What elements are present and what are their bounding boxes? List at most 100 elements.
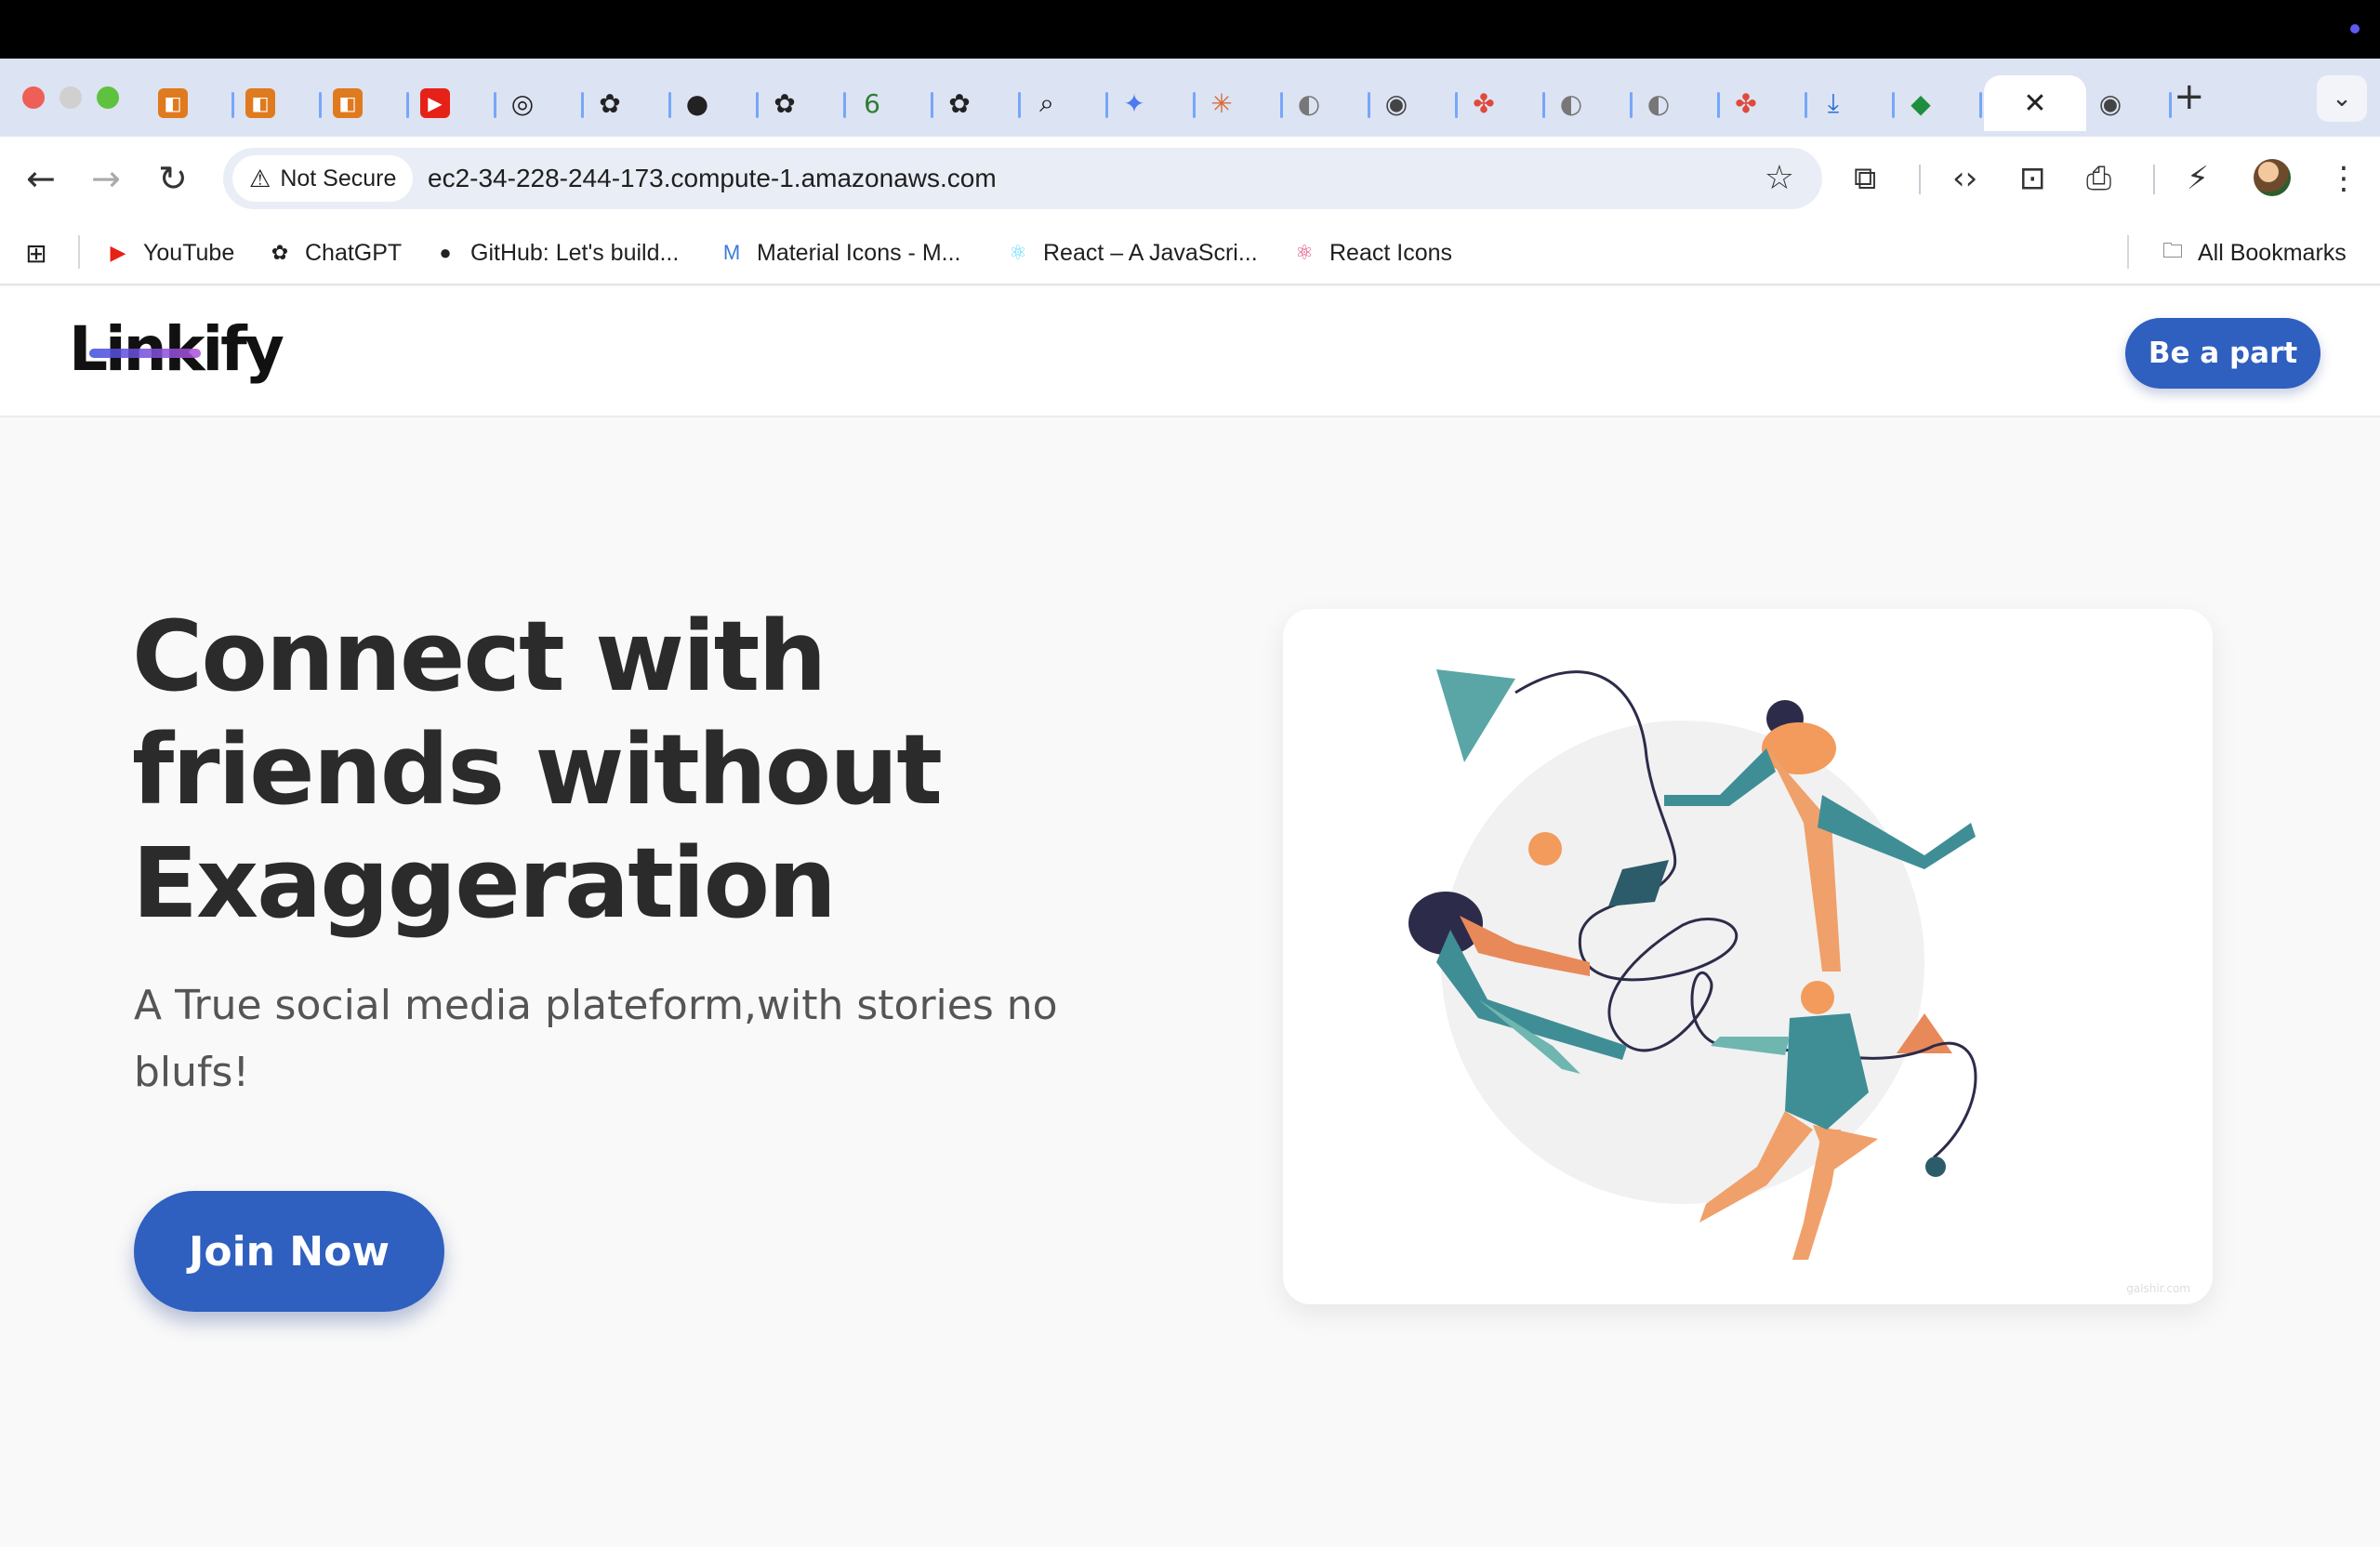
aws-icon: ◧ bbox=[245, 88, 275, 118]
bookmarks-divider bbox=[78, 235, 80, 269]
bookmark-label: ChatGPT bbox=[305, 239, 403, 266]
bookmark-label: GitHub: Let's build... bbox=[470, 239, 680, 266]
chrome-icon: ◉ bbox=[1384, 87, 1408, 119]
chatgpt-icon: ✿ bbox=[271, 241, 289, 264]
browser-tab[interactable]: ✳ bbox=[1197, 75, 1285, 131]
github-icon: ● bbox=[439, 241, 452, 264]
be-a-part-button[interactable]: Be a part bbox=[2125, 318, 2320, 389]
security-label: Not Secure bbox=[280, 165, 397, 192]
bookmark-item[interactable]: ▶ YouTube bbox=[104, 239, 235, 267]
bookmark-item[interactable]: ● GitHub: Let's build... bbox=[431, 239, 679, 267]
window-minimize-button[interactable] bbox=[60, 86, 82, 109]
bookmark-star-icon[interactable]: ☆ bbox=[1765, 159, 1794, 197]
browser-tab[interactable]: 6 bbox=[848, 75, 935, 131]
performance-icon[interactable]: ⚡ bbox=[2187, 161, 2209, 196]
screenshot-icon[interactable]: ⊡ bbox=[2019, 161, 2046, 196]
url-text[interactable]: ec2-34-228-244-173.compute-1.amazonaws.c… bbox=[428, 164, 997, 193]
react-icons-icon: ⚛ bbox=[1295, 241, 1314, 264]
globe-icon: ◐ bbox=[1559, 87, 1583, 119]
bookmark-label: React Icons bbox=[1329, 239, 1453, 266]
bookmark-item[interactable]: ⚛ React – A JavaScri... bbox=[1004, 239, 1258, 267]
browser-tab[interactable]: ✿ bbox=[760, 75, 848, 131]
material-icons-icon: M bbox=[722, 241, 741, 264]
bookmark-label: YouTube bbox=[143, 239, 235, 266]
site-info-chip[interactable]: ⚠ Not Secure bbox=[232, 155, 414, 202]
browser-tab[interactable]: ◉ bbox=[1372, 75, 1460, 131]
browser-tab[interactable]: ◧ bbox=[324, 75, 411, 131]
extensions-icon[interactable]: ⧉ bbox=[1854, 161, 1876, 196]
browser-tab-strip: ◧ ◧ ◧ ▶ ◎ ✿ ● ✿ 6 ✿ ⌕ ✦ ✳ ◐ ◉ ✤ ◐ ◐ ✤ ⤓ ◆ ✕ ◉ + ⌄ bbox=[0, 59, 2380, 137]
apps-icon: ✤ bbox=[1735, 87, 1757, 119]
os-menu-bar bbox=[0, 0, 2380, 59]
site-header: Linkify Be a part bbox=[0, 287, 2380, 417]
browser-tab[interactable]: ◐ bbox=[1285, 75, 1372, 131]
browser-tab[interactable]: ✦ bbox=[1110, 75, 1197, 131]
youtube-icon: ▶ bbox=[420, 88, 450, 118]
forward-button[interactable]: → bbox=[91, 161, 121, 196]
bookmarks-bar: ⊞ ▶ YouTube ✿ ChatGPT ● GitHub: Let's build..… bbox=[0, 220, 2380, 285]
bookmark-item[interactable]: ⚛ React Icons bbox=[1290, 239, 1452, 267]
hero-title: Connect with friends without Exaggeratio… bbox=[132, 600, 1155, 940]
youtube-icon: ▶ bbox=[110, 241, 126, 264]
browser-tab[interactable]: ✿ bbox=[935, 75, 1023, 131]
browser-tab[interactable]: ▶ bbox=[411, 75, 498, 131]
browser-tab[interactable]: ● bbox=[673, 75, 760, 131]
back-button[interactable]: ← bbox=[26, 161, 56, 196]
chatgpt-icon: ✿ bbox=[774, 87, 796, 119]
browser-tab[interactable]: ◆ bbox=[1897, 75, 1984, 131]
chatgpt-icon: ✿ bbox=[599, 87, 621, 119]
github-icon: ● bbox=[685, 87, 709, 119]
hero-title-line: friends without bbox=[132, 713, 943, 826]
browser-tab[interactable]: ⌕ bbox=[1023, 75, 1110, 131]
print-icon[interactable]: ⎙ bbox=[2086, 161, 2111, 196]
all-bookmarks-button[interactable]: 🗀 All Bookmarks bbox=[2159, 239, 2347, 267]
join-now-button[interactable]: Join Now bbox=[134, 1191, 444, 1312]
hero-subtitle: A True social media plateform,with stori… bbox=[134, 982, 1058, 1096]
tab-search-dropdown[interactable]: ⌄ bbox=[2317, 75, 2367, 122]
status-dot bbox=[2350, 24, 2360, 33]
browser-tab[interactable]: ✤ bbox=[1460, 75, 1547, 131]
browser-tab[interactable]: ✤ bbox=[1722, 75, 1809, 131]
browser-tab[interactable]: ◧ bbox=[236, 75, 324, 131]
window-close-button[interactable] bbox=[22, 86, 45, 109]
tab-list: ◧ ◧ ◧ ▶ ◎ ✿ ● ✿ 6 ✿ ⌕ ✦ ✳ ◐ ◉ ✤ ◐ ◐ ✤ ⤓ ◆ ✕ ◉ bbox=[149, 70, 2174, 137]
mongodb-icon: 6 bbox=[864, 87, 880, 119]
all-bookmarks-label: All Bookmarks bbox=[2198, 239, 2347, 266]
folder-icon: 🗀 bbox=[2162, 239, 2183, 262]
menu-kebab-icon[interactable]: ⋮ bbox=[2328, 161, 2360, 196]
people-connecting-illustration bbox=[1408, 669, 1977, 1260]
new-tab-button[interactable]: + bbox=[2174, 75, 2205, 118]
bookmark-item[interactable]: M Material Icons - M... bbox=[718, 239, 961, 267]
bookmarks-divider bbox=[2127, 235, 2129, 269]
mongodb-leaf-icon: ◆ bbox=[1911, 87, 1931, 119]
apps-grid-icon[interactable]: ⊞ bbox=[22, 239, 50, 268]
browser-tab[interactable]: ◎ bbox=[498, 75, 586, 131]
browser-tab[interactable]: ⤓ bbox=[1809, 75, 1897, 131]
active-browser-tab[interactable]: ✕ bbox=[1984, 75, 2086, 131]
globe-icon: ◐ bbox=[1297, 87, 1321, 119]
search-icon: ⌕ bbox=[1039, 87, 1054, 118]
logo-swoosh bbox=[89, 349, 201, 358]
bookmark-item[interactable]: ✿ ChatGPT bbox=[266, 239, 402, 267]
github-copilot-icon: ◎ bbox=[510, 87, 535, 119]
close-tab-icon[interactable]: ✕ bbox=[2023, 87, 2046, 120]
browser-tab[interactable]: ◐ bbox=[1547, 75, 1634, 131]
toolbar-divider bbox=[2153, 165, 2155, 194]
browser-tab[interactable]: ✿ bbox=[586, 75, 673, 131]
hero-title-line: Connect with bbox=[132, 600, 826, 713]
reload-button[interactable]: ↻ bbox=[158, 161, 188, 196]
browser-tab[interactable]: ◧ bbox=[149, 75, 236, 131]
browser-tab[interactable]: ◉ bbox=[2086, 75, 2174, 131]
bookmark-label: Material Icons - M... bbox=[757, 239, 961, 266]
react-icon: ⚛ bbox=[1009, 241, 1027, 264]
profile-avatar[interactable] bbox=[2254, 159, 2291, 196]
code-icon[interactable]: ‹› bbox=[1952, 161, 1977, 196]
window-zoom-button[interactable] bbox=[97, 86, 119, 109]
claude-icon: ✳ bbox=[1210, 87, 1233, 119]
download-icon: ⤓ bbox=[1827, 87, 1840, 118]
aws-icon: ◧ bbox=[333, 88, 363, 118]
chrome-icon: ◉ bbox=[2098, 87, 2122, 119]
hero-illustration-card: galshir.com bbox=[1283, 609, 2213, 1304]
browser-tab[interactable]: ◐ bbox=[1634, 75, 1722, 131]
address-bar[interactable]: ⚠ Not Secure ec2-34-228-244-173.compute-… bbox=[223, 148, 1822, 209]
